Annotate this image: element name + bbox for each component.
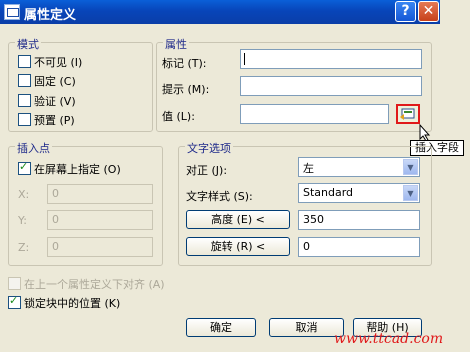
text-style-select[interactable]: Standard ▼ <box>298 183 420 203</box>
y-label: Y: <box>18 214 27 227</box>
z-input[interactable]: 0 <box>47 237 153 257</box>
lock-position-checkbox[interactable] <box>8 294 21 309</box>
insert-field-button[interactable] <box>396 104 420 124</box>
insert-field-icon <box>400 108 415 120</box>
title-bar[interactable]: 属性定义 ? ✕ <box>0 0 440 24</box>
constant-label[interactable]: 固定 (C) <box>34 73 76 89</box>
attribute-group-title: 属性 <box>163 36 189 52</box>
preset-label[interactable]: 预置 (P) <box>34 112 75 128</box>
invisible-label[interactable]: 不可见 (I) <box>34 54 82 70</box>
text-options-group-title: 文字选项 <box>185 140 233 156</box>
verify-checkbox[interactable] <box>18 94 31 107</box>
text-style-label: 文字样式 (S): <box>186 190 253 203</box>
text-style-value: Standard <box>303 186 354 199</box>
align-below-checkbox[interactable] <box>8 277 21 290</box>
lock-position-label[interactable]: 锁定块中的位置 (K) <box>24 295 120 311</box>
justify-label: 对正 (J): <box>186 164 228 177</box>
attribute-definition-dialog: 属性定义 ? ✕ 模式 不可见 (I) 固定 (C) 验证 (V) 预置 (P)… <box>0 0 470 352</box>
rotation-input[interactable]: 0 <box>298 237 420 257</box>
height-input[interactable]: 350 <box>298 210 420 230</box>
preset-checkbox[interactable] <box>18 113 31 126</box>
y-input[interactable]: 0 <box>47 210 153 230</box>
tag-label: 标记 (T): <box>162 57 207 70</box>
autocad-icon <box>4 4 20 20</box>
prompt-input[interactable] <box>240 76 422 96</box>
chevron-down-icon[interactable]: ▼ <box>403 159 418 175</box>
value-input[interactable] <box>240 104 389 124</box>
invisible-checkbox[interactable] <box>18 55 31 68</box>
x-input[interactable]: 0 <box>47 184 153 204</box>
constant-checkbox[interactable] <box>18 74 31 87</box>
rotation-button[interactable]: 旋转 (R) < <box>186 237 290 256</box>
title-help-button[interactable]: ? <box>395 1 416 22</box>
watermark: www.ttcad.com <box>334 331 444 347</box>
ok-button[interactable]: 确定 <box>186 318 256 337</box>
x-label: X: <box>18 188 30 201</box>
height-button[interactable]: 高度 (E) < <box>186 210 290 229</box>
specify-on-screen-label[interactable]: 在屏幕上指定 (O) <box>34 161 121 177</box>
insertion-point-group-title: 插入点 <box>15 140 52 156</box>
cancel-button[interactable]: 取消 <box>269 318 344 337</box>
justify-value: 左 <box>303 162 314 175</box>
z-label: Z: <box>18 241 30 254</box>
align-below-label[interactable]: 在上一个属性定义下对齐 (A) <box>24 276 165 292</box>
mode-group-title: 模式 <box>15 36 41 52</box>
specify-on-screen-checkbox[interactable] <box>18 160 31 175</box>
verify-label[interactable]: 验证 (V) <box>34 93 76 109</box>
text-caret <box>244 53 245 65</box>
value-label: 值 (L): <box>162 110 195 123</box>
dialog-title: 属性定义 <box>24 8 77 23</box>
chevron-down-icon[interactable]: ▼ <box>403 185 418 201</box>
tag-input[interactable] <box>240 49 422 69</box>
justify-select[interactable]: 左 ▼ <box>298 157 420 177</box>
close-button[interactable]: ✕ <box>418 1 439 22</box>
prompt-label: 提示 (M): <box>162 83 210 96</box>
